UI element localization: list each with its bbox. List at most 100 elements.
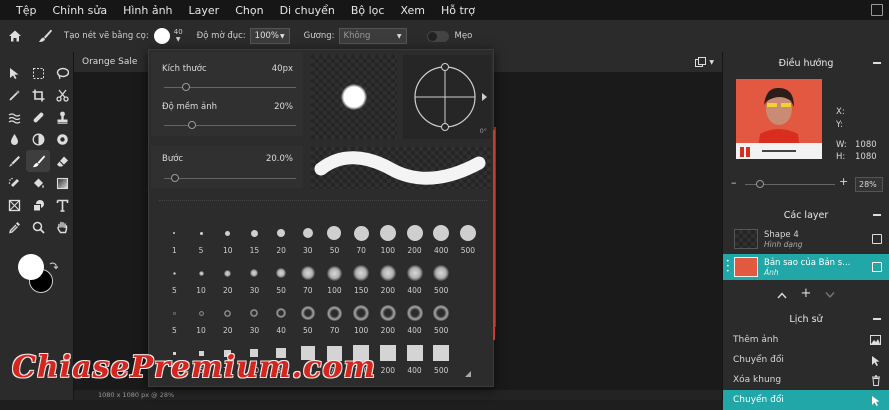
marquee-select-icon[interactable]	[26, 62, 50, 84]
menu-filter[interactable]: Bộ lọc	[343, 4, 393, 17]
brush-preset[interactable]: 15	[241, 218, 268, 258]
mirror-select[interactable]: Không ▼	[338, 28, 407, 44]
clone-stamp-icon[interactable]	[50, 106, 74, 128]
zoom-slider-knob[interactable]	[756, 180, 764, 188]
menu-move[interactable]: Di chuyển	[272, 4, 343, 17]
softness-slider-track[interactable]	[164, 125, 296, 126]
eyedropper-icon[interactable]	[2, 216, 26, 238]
document-tab[interactable]: Orange Sale	[82, 57, 137, 67]
brush-preset[interactable]: 20	[214, 258, 241, 298]
liquify-icon[interactable]	[2, 106, 26, 128]
brush-preset[interactable]: 500	[428, 298, 455, 338]
brush-preset[interactable]: 500	[428, 338, 455, 378]
minimize-icon[interactable]	[873, 214, 881, 216]
menu-view[interactable]: Xem	[392, 4, 433, 17]
brush-preset[interactable]: 500	[428, 258, 455, 298]
angle-control[interactable]: 0°	[403, 55, 491, 139]
brush-preview-button[interactable]	[153, 28, 170, 44]
menu-layer[interactable]: Layer	[181, 4, 228, 17]
brush-preset[interactable]: 70	[348, 218, 375, 258]
brush-preset[interactable]: 50	[294, 298, 321, 338]
brush-preset[interactable]: 5	[161, 298, 188, 338]
brush-preset[interactable]: 200	[401, 218, 428, 258]
layer-row[interactable]: Shape 4 Hình dạng	[723, 226, 889, 252]
size-slider-knob[interactable]	[182, 83, 190, 91]
history-item-active[interactable]: Chuyển đổi	[723, 390, 889, 410]
brush-preset[interactable]: 1	[161, 218, 188, 258]
add-layer-icon[interactable]: +	[801, 286, 812, 301]
brush-preset[interactable]: 400	[428, 218, 455, 258]
lasso-select-icon[interactable]	[50, 62, 74, 84]
history-item[interactable]: Xóa khung	[723, 370, 889, 390]
dodge-burn-icon[interactable]	[26, 128, 50, 150]
brush-preset[interactable]: 30	[241, 298, 268, 338]
history-item[interactable]: Thêm ảnh	[723, 330, 889, 350]
menu-help[interactable]: Hỗ trợ	[433, 4, 483, 17]
brush-preset[interactable]: 5	[188, 218, 215, 258]
layer-visibility-checkbox[interactable]	[872, 234, 882, 244]
swap-colors-icon[interactable]	[48, 256, 59, 275]
resize-corner-icon[interactable]	[465, 362, 471, 381]
zoom-in-button[interactable]: +	[839, 175, 848, 188]
brush-preset[interactable]: 200	[375, 298, 402, 338]
text-tool-icon[interactable]	[50, 194, 74, 216]
brush-preset[interactable]: 100	[375, 218, 402, 258]
hand-tool-icon[interactable]	[50, 216, 74, 238]
brush-preset[interactable]: 100	[321, 258, 348, 298]
minimize-icon[interactable]	[873, 318, 881, 320]
zoom-out-button[interactable]: –	[731, 176, 737, 189]
spray-brush-icon[interactable]	[2, 172, 26, 194]
brush-preset[interactable]: 20	[268, 218, 295, 258]
brush-preset[interactable]: 200	[375, 338, 402, 378]
healing-brush-icon[interactable]	[26, 106, 50, 128]
presets-scrollbar[interactable]	[493, 130, 495, 340]
zoom-icon[interactable]	[26, 216, 50, 238]
color-replace-icon[interactable]	[2, 150, 26, 172]
brush-preset[interactable]: 10	[188, 258, 215, 298]
brush-preset[interactable]: 50	[268, 258, 295, 298]
brush-preset[interactable]: 5	[161, 258, 188, 298]
crop-icon[interactable]	[26, 84, 50, 106]
arrange-windows-icon[interactable]: ▼	[695, 57, 714, 67]
foreground-color-swatch[interactable]	[18, 254, 44, 280]
sponge-icon[interactable]	[50, 128, 74, 150]
opacity-select[interactable]: 100% ▼	[249, 28, 290, 44]
brush-preset[interactable]: 10	[188, 298, 215, 338]
paint-bucket-icon[interactable]	[26, 172, 50, 194]
layer-row-selected[interactable]: • • • Bản sao của Bản s... Ảnh	[723, 254, 889, 280]
brush-preset[interactable]: 40	[268, 298, 295, 338]
brush-preset[interactable]: 500	[455, 218, 482, 258]
shape-tool-icon[interactable]	[2, 194, 26, 216]
brush-preset[interactable]: 400	[401, 258, 428, 298]
step-slider-knob[interactable]	[171, 174, 179, 182]
brush-preset[interactable]: 10	[214, 218, 241, 258]
tips-toggle[interactable]	[426, 30, 449, 42]
menu-image[interactable]: Hình ảnh	[115, 4, 180, 17]
minimize-icon[interactable]	[873, 62, 881, 64]
brush-tool-icon[interactable]	[26, 150, 50, 172]
move-tool-icon[interactable]	[2, 62, 26, 84]
layer-visibility-checkbox[interactable]	[872, 262, 882, 272]
zoom-input[interactable]: 28%	[855, 177, 883, 192]
blur-drop-icon[interactable]	[2, 128, 26, 150]
brush-preset[interactable]: 400	[401, 338, 428, 378]
brush-size-stepper[interactable]: 40 ▼	[174, 28, 183, 44]
softness-slider-knob[interactable]	[188, 121, 196, 129]
brush-preset[interactable]: 200	[375, 258, 402, 298]
brush-preset[interactable]: 400	[401, 298, 428, 338]
custom-shape-icon[interactable]	[26, 194, 50, 216]
brush-preset[interactable]: 150	[348, 258, 375, 298]
history-item[interactable]: Chuyển đổi	[723, 350, 889, 370]
brush-preset[interactable]: 30	[241, 258, 268, 298]
scissors-icon[interactable]	[50, 84, 74, 106]
menu-edit[interactable]: Chỉnh sửa	[44, 4, 115, 17]
brush-preset[interactable]: 70	[321, 298, 348, 338]
magic-wand-icon[interactable]	[2, 84, 26, 106]
brush-preset[interactable]: 50	[321, 218, 348, 258]
brush-preset[interactable]: 100	[348, 298, 375, 338]
navigator-thumbnail[interactable]	[736, 79, 822, 159]
brush-preset[interactable]: 70	[294, 258, 321, 298]
gradient-icon[interactable]	[50, 172, 74, 194]
collapse-panels-icon[interactable]	[871, 4, 883, 16]
menu-file[interactable]: Tệp	[0, 4, 44, 17]
